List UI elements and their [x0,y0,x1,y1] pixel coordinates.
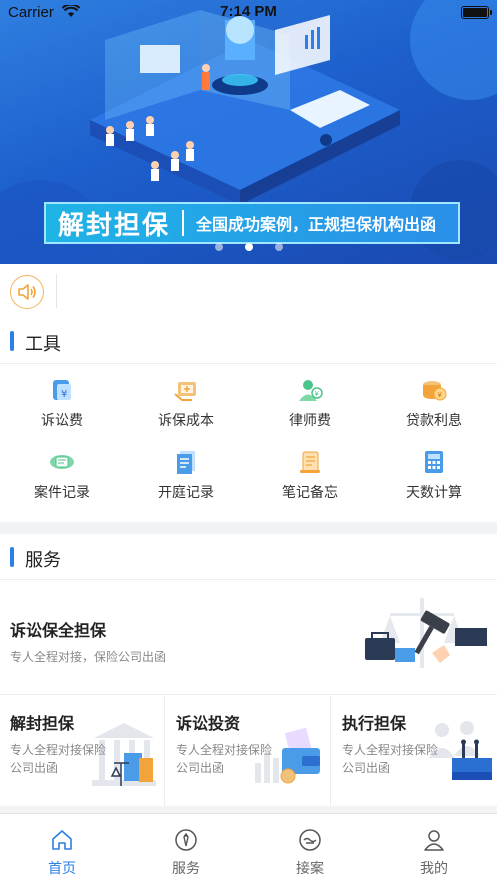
tool-day-calculator[interactable]: 天数计算 [372,438,496,508]
tab-bar: 首页 服务 接案 我的 [0,813,497,883]
services-title: 服务 [25,550,61,571]
coins-icon: ¥ [423,381,447,401]
wallet-illustration [255,727,320,784]
service-enforcement-guarantee[interactable]: 执行担保 专人全程对接保险公司出函 [332,696,497,806]
service-subtitle: 专人全程对接，保险公司出函 [10,650,167,664]
speaker-icon [10,275,44,309]
battery-icon [461,6,492,19]
service-title: 诉讼投资 [176,714,241,733]
hero-banner[interactable]: Carrier 7:14 PM 解封担保 全国成功案例，正规担保机构出函 [0,0,497,264]
tab-profile[interactable]: 我的 [372,814,496,883]
banner-subtitle: 全国成功案例，正规担保机构出函 [196,215,437,234]
tab-label: 首页 [48,861,76,877]
profile-icon [424,830,444,851]
tab-label: 服务 [172,861,200,877]
carousel-dot[interactable] [214,243,223,251]
scroll-icon [300,451,320,473]
tool-notes[interactable]: 笔记备忘 [248,438,372,508]
tab-label: 我的 [420,861,448,877]
tool-preservation-cost[interactable]: 诉保成本 [124,366,248,436]
people-book-illustration [429,721,492,780]
svg-text:¥: ¥ [315,390,320,398]
tool-label: 律师费 [289,413,331,429]
tool-label: 笔记备忘 [282,485,338,501]
tool-label: 案件记录 [34,485,90,501]
tab-label: 接案 [296,861,324,877]
carousel-indicator[interactable] [0,243,497,251]
service-title: 执行担保 [342,714,407,733]
home-icon [52,830,72,850]
tab-cases[interactable]: 接案 [248,814,372,883]
tool-label: 天数计算 [406,485,462,501]
carousel-dot[interactable] [274,243,283,251]
tool-lawyer-fee[interactable]: ¥ 律师费 [248,366,372,436]
section-accent-bar [10,331,14,351]
cost-icon [174,382,196,401]
tool-label: 贷款利息 [406,413,462,429]
calculator-icon [425,451,443,473]
notice-divider [56,274,57,308]
services-header: 服务 [0,534,497,580]
tool-loan-interest[interactable]: ¥ 贷款利息 [372,366,496,436]
banner-caption: 解封担保 全国成功案例，正规担保机构出函 [44,202,460,244]
service-litigation-preservation[interactable]: 诉讼保全担保 专人全程对接，保险公司出函 [0,581,497,695]
courthouse-illustration [92,723,156,786]
lawyer-icon: ¥ [299,380,323,401]
service-litigation-investment[interactable]: 诉讼投资 专人全程对接保险公司出函 [166,696,331,806]
tool-label: 诉讼费 [41,413,83,429]
svg-text:¥: ¥ [61,389,67,400]
status-bar: Carrier 7:14 PM [0,0,497,26]
tool-litigation-fee[interactable]: ¥ 诉讼费 [0,366,124,436]
tool-label: 诉保成本 [158,413,214,429]
service-title: 解封担保 [10,714,75,733]
tools-section: 工具 ¥ 诉讼费 诉保成本 ¥ 律师费 ¥ 贷款利息 案件记录 开庭记录 笔记备… [0,318,497,522]
tools-header: 工具 [0,318,497,364]
caption-divider [182,210,185,236]
carousel-dot-active[interactable] [244,243,253,251]
handshake-icon [299,829,321,851]
banner-title: 解封担保 [58,210,171,241]
section-accent-bar [10,547,14,567]
gavel-illustration [365,598,487,668]
clock: 7:14 PM [220,3,277,20]
services-section: 服务 诉讼保全担保 专人全程对接，保险公司出函 解封担保 专人全程对接保险公司出… [0,534,497,806]
tab-home[interactable]: 首页 [0,814,124,883]
service-title: 诉讼保全担保 [10,621,107,640]
tool-hearing-record[interactable]: 开庭记录 [124,438,248,508]
notice-bar[interactable] [0,264,497,318]
tool-label: 开庭记录 [158,485,214,501]
tools-title: 工具 [25,334,61,355]
case-icon [50,455,74,469]
tool-case-record[interactable]: 案件记录 [0,438,124,508]
service-icon [175,829,197,851]
service-unfreeze-guarantee[interactable]: 解封担保 专人全程对接保险公司出函 [0,696,165,806]
svg-text:¥: ¥ [438,391,443,399]
tab-service[interactable]: 服务 [124,814,248,883]
document-icon [177,451,195,474]
fee-icon: ¥ [53,380,71,400]
